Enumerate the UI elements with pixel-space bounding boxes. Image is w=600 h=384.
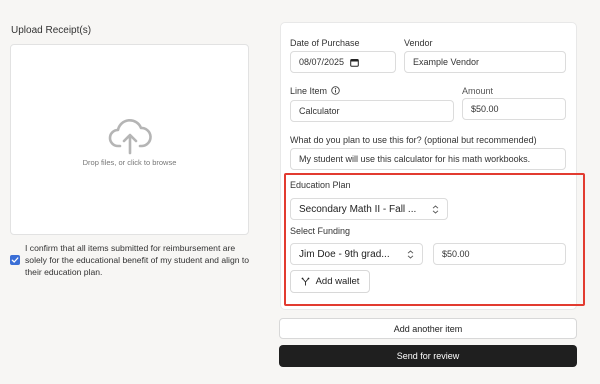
funding-value: Jim Doe - 9th grad... (299, 248, 390, 260)
education-plan-select[interactable]: Secondary Math II - Fall ... (290, 198, 448, 220)
dropzone-hint: Drop files, or click to browse (82, 158, 177, 167)
amount-input[interactable]: $50.00 (462, 98, 566, 120)
vendor-value: Example Vendor (413, 57, 480, 67)
line-item-label: Line Item (290, 86, 340, 96)
funding-amount-input[interactable]: $50.00 (433, 243, 566, 265)
education-plan-value: Secondary Math II - Fall ... (299, 203, 417, 215)
funding-label: Select Funding (290, 226, 351, 236)
vendor-input[interactable]: Example Vendor (404, 51, 566, 73)
chevron-updown-icon (432, 204, 439, 214)
receipt-dropzone[interactable]: Drop files, or click to browse (10, 44, 249, 235)
add-another-item-button[interactable]: Add another item (279, 318, 577, 339)
checkmark-icon (11, 257, 19, 263)
line-item-input[interactable]: Calculator (290, 100, 454, 122)
confirm-checkbox[interactable] (10, 255, 20, 265)
date-input[interactable]: 08/07/2025 (290, 51, 396, 73)
upload-receipts-label: Upload Receipt(s) (11, 25, 92, 36)
split-icon (301, 277, 309, 286)
education-plan-label: Education Plan (290, 180, 351, 190)
send-for-review-button[interactable]: Send for review (279, 345, 577, 367)
purpose-value: My student will use this calculator for … (299, 154, 531, 164)
funding-amount-value: $50.00 (442, 249, 470, 259)
confirmation-row: I confirm that all items submitted for r… (10, 242, 250, 279)
add-wallet-button[interactable]: Add wallet (290, 270, 370, 293)
cloud-upload-icon (108, 118, 152, 155)
amount-value: $50.00 (471, 104, 499, 114)
amount-label: Amount (462, 86, 494, 96)
purpose-label: What do you plan to use this for? (optio… (290, 135, 537, 145)
confirm-text: I confirm that all items submitted for r… (25, 243, 250, 278)
line-item-value: Calculator (299, 106, 340, 116)
chevron-updown-icon (407, 249, 414, 259)
purpose-input[interactable]: My student will use this calculator for … (290, 148, 566, 170)
info-icon[interactable] (331, 86, 340, 95)
add-wallet-label: Add wallet (315, 276, 360, 287)
funding-select[interactable]: Jim Doe - 9th grad... (290, 243, 423, 265)
calendar-icon[interactable] (350, 58, 359, 67)
vendor-label: Vendor (404, 38, 433, 48)
line-item-label-text: Line Item (290, 86, 328, 96)
date-value: 08/07/2025 (299, 57, 345, 67)
date-label: Date of Purchase (290, 38, 360, 48)
